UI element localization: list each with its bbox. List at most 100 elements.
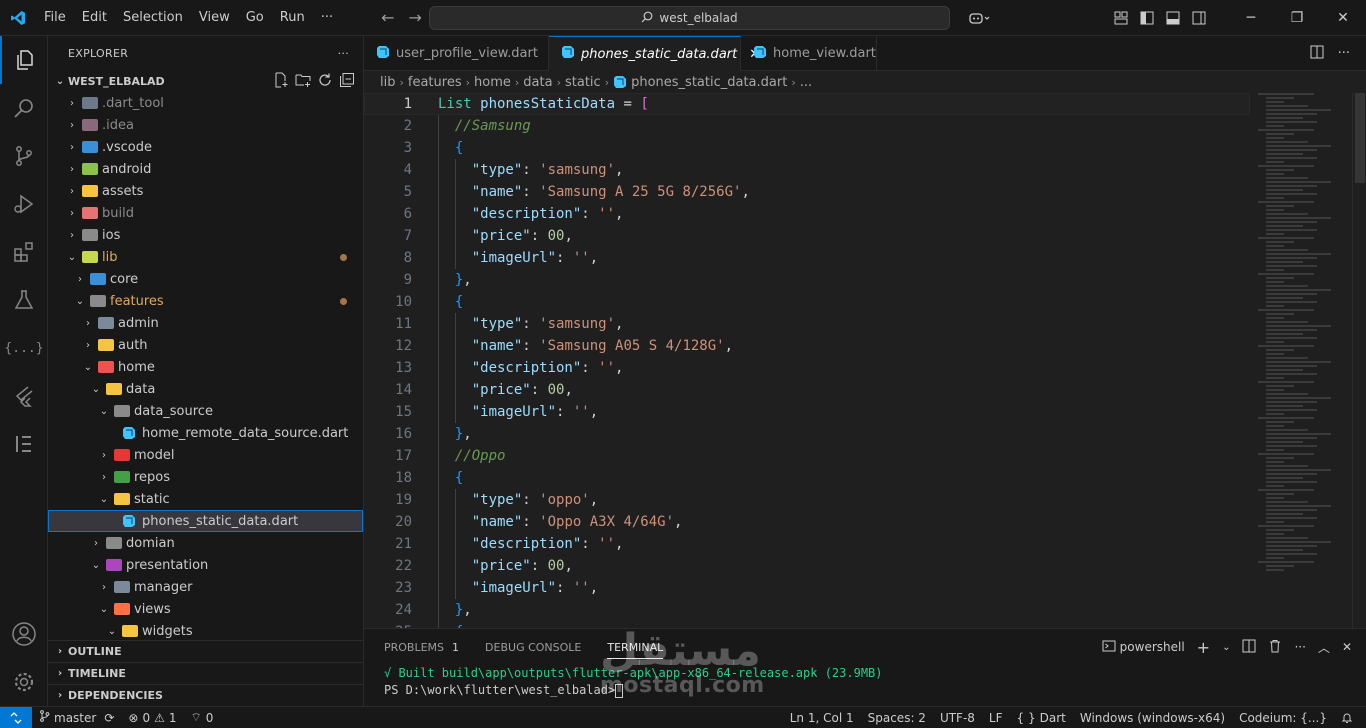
- flutter-device[interactable]: Windows (windows-x64): [1073, 711, 1232, 725]
- menu-file[interactable]: File: [36, 0, 74, 36]
- tree-folder[interactable]: › domian: [48, 532, 363, 554]
- scrollbar-thumb[interactable]: [1355, 93, 1365, 183]
- restore-icon[interactable]: ❐: [1274, 0, 1320, 36]
- breadcrumb-item[interactable]: static: [565, 75, 601, 90]
- new-file-icon[interactable]: [273, 72, 289, 91]
- copilot-icon[interactable]: [962, 0, 998, 36]
- new-terminal-icon[interactable]: +: [1197, 638, 1210, 657]
- timeline-section[interactable]: › TIMELINE: [48, 662, 363, 684]
- dependencies-section[interactable]: › DEPENDENCIES: [48, 684, 363, 706]
- settings-gear-icon[interactable]: [0, 658, 48, 706]
- more-actions-icon[interactable]: ···: [1338, 46, 1350, 61]
- minimap[interactable]: [1258, 93, 1352, 573]
- tree-folder[interactable]: › model: [48, 444, 363, 466]
- remote-indicator[interactable]: [0, 706, 32, 728]
- tree-folder[interactable]: ⌄ views: [48, 598, 363, 620]
- tree-folder[interactable]: › android: [48, 158, 363, 180]
- tree-folder[interactable]: › manager: [48, 576, 363, 598]
- menu-more[interactable]: ···: [313, 0, 341, 36]
- trash-icon[interactable]: [1268, 639, 1282, 656]
- source-control-icon[interactable]: [0, 132, 48, 180]
- close-window-icon[interactable]: ✕: [1320, 0, 1366, 36]
- encoding[interactable]: UTF-8: [933, 711, 982, 725]
- tree-folder[interactable]: › .dart_tool: [48, 92, 363, 114]
- tree-folder[interactable]: ⌄ data: [48, 378, 363, 400]
- tree-folder[interactable]: ⌄ widgets: [48, 620, 363, 642]
- tab-phones-static-data[interactable]: phones_static_data.dart ✕: [549, 36, 760, 71]
- tab-debug-console[interactable]: DEBUG CONSOLE: [485, 641, 581, 654]
- language-mode[interactable]: { } Dart: [1010, 711, 1073, 725]
- toggle-secondary-sidebar-icon[interactable]: [1186, 0, 1212, 36]
- tree-folder[interactable]: › build: [48, 202, 363, 224]
- tab-home-view[interactable]: home_view.dart: [741, 36, 877, 71]
- workspace-header[interactable]: ⌄ WEST_ELBALAD: [48, 70, 363, 92]
- tree-folder[interactable]: › auth: [48, 334, 363, 356]
- extensions-icon[interactable]: [0, 228, 48, 276]
- run-and-debug-icon[interactable]: [0, 180, 48, 228]
- back-arrow-icon[interactable]: ←: [381, 8, 394, 27]
- breadcrumb-item[interactable]: ...: [800, 75, 812, 90]
- menu-selection[interactable]: Selection: [115, 0, 191, 36]
- menu-go[interactable]: Go: [238, 0, 272, 36]
- breadcrumb-item[interactable]: phones_static_data.dart: [631, 75, 787, 90]
- close-panel-icon[interactable]: ✕: [1342, 640, 1352, 654]
- new-folder-icon[interactable]: [295, 72, 311, 91]
- toggle-panel-icon[interactable]: [1160, 0, 1186, 36]
- tab-problems[interactable]: PROBLEMS 1: [384, 641, 459, 654]
- more-icon[interactable]: ···: [1294, 640, 1305, 654]
- menu-run[interactable]: Run: [272, 0, 313, 36]
- indentation[interactable]: Spaces: 2: [861, 711, 933, 725]
- tree-file[interactable]: phones_static_data.dart: [48, 510, 363, 532]
- breadcrumb-item[interactable]: features: [408, 75, 462, 90]
- end-of-line[interactable]: LF: [982, 711, 1010, 725]
- breadcrumb-item[interactable]: home: [474, 75, 511, 90]
- tree-folder[interactable]: ⌄ static: [48, 488, 363, 510]
- breadcrumb-item[interactable]: data: [523, 75, 552, 90]
- tab-terminal[interactable]: TERMINAL: [607, 636, 664, 659]
- tree-folder[interactable]: ⌄ lib: [48, 246, 363, 268]
- flutter-icon[interactable]: [0, 372, 48, 420]
- terminal-shell-selector[interactable]: powershell: [1102, 639, 1185, 656]
- menu-view[interactable]: View: [191, 0, 238, 36]
- forward-arrow-icon[interactable]: →: [409, 8, 422, 27]
- split-editor-icon[interactable]: [1310, 45, 1324, 63]
- breadcrumb-item[interactable]: lib: [380, 75, 395, 90]
- tree-folder[interactable]: ⌄ data_source: [48, 400, 363, 422]
- account-icon[interactable]: [0, 610, 48, 658]
- tree-folder[interactable]: › repos: [48, 466, 363, 488]
- tree-folder[interactable]: › assets: [48, 180, 363, 202]
- tree-folder[interactable]: ⌄ features: [48, 290, 363, 312]
- refresh-icon[interactable]: [317, 72, 333, 91]
- chevron-down-icon[interactable]: ⌄: [1222, 642, 1230, 653]
- tree-folder[interactable]: › admin: [48, 312, 363, 334]
- collapse-all-icon[interactable]: [339, 72, 355, 91]
- maximize-panel-icon[interactable]: ︿: [1318, 639, 1330, 656]
- git-branch-status[interactable]: master ⟳: [32, 710, 121, 725]
- toggle-primary-sidebar-icon[interactable]: [1134, 0, 1160, 36]
- command-center-search[interactable]: west_elbalad: [429, 6, 950, 30]
- notifications-bell-icon[interactable]: [1334, 712, 1360, 724]
- tree-folder[interactable]: ⌄ presentation: [48, 554, 363, 576]
- explorer-icon[interactable]: [0, 36, 48, 84]
- tree-folder[interactable]: › .idea: [48, 114, 363, 136]
- tab-user-profile-view[interactable]: user_profile_view.dart: [364, 36, 549, 71]
- menu-edit[interactable]: Edit: [74, 0, 115, 36]
- cursor-position[interactable]: Ln 1, Col 1: [783, 711, 861, 725]
- elementor-icon[interactable]: [0, 420, 48, 468]
- code-editor[interactable]: 1 List phonesStaticData = [2 //Samsung 3 {…: [364, 93, 1366, 628]
- testing-flask-icon[interactable]: [0, 276, 48, 324]
- tree-file[interactable]: home_remote_data_source.dart: [48, 422, 363, 444]
- explorer-more-icon[interactable]: ···: [338, 47, 349, 60]
- search-icon[interactable]: [0, 84, 48, 132]
- codeium-status[interactable]: Codeium: {...}: [1232, 711, 1334, 725]
- vertical-scrollbar[interactable]: [1352, 93, 1366, 628]
- json-braces-icon[interactable]: {...}: [0, 324, 48, 372]
- customize-layout-icon[interactable]: [1108, 0, 1134, 36]
- tree-folder[interactable]: › .vscode: [48, 136, 363, 158]
- problems-status[interactable]: ⊗ 0 ⚠ 1: [121, 711, 183, 725]
- tree-folder[interactable]: › core: [48, 268, 363, 290]
- split-terminal-icon[interactable]: [1242, 639, 1256, 656]
- outline-section[interactable]: › OUTLINE: [48, 640, 363, 662]
- terminal-output[interactable]: √ Built build\app\outputs\flutter-apk\ap…: [364, 665, 1366, 699]
- minimize-icon[interactable]: ─: [1228, 0, 1274, 36]
